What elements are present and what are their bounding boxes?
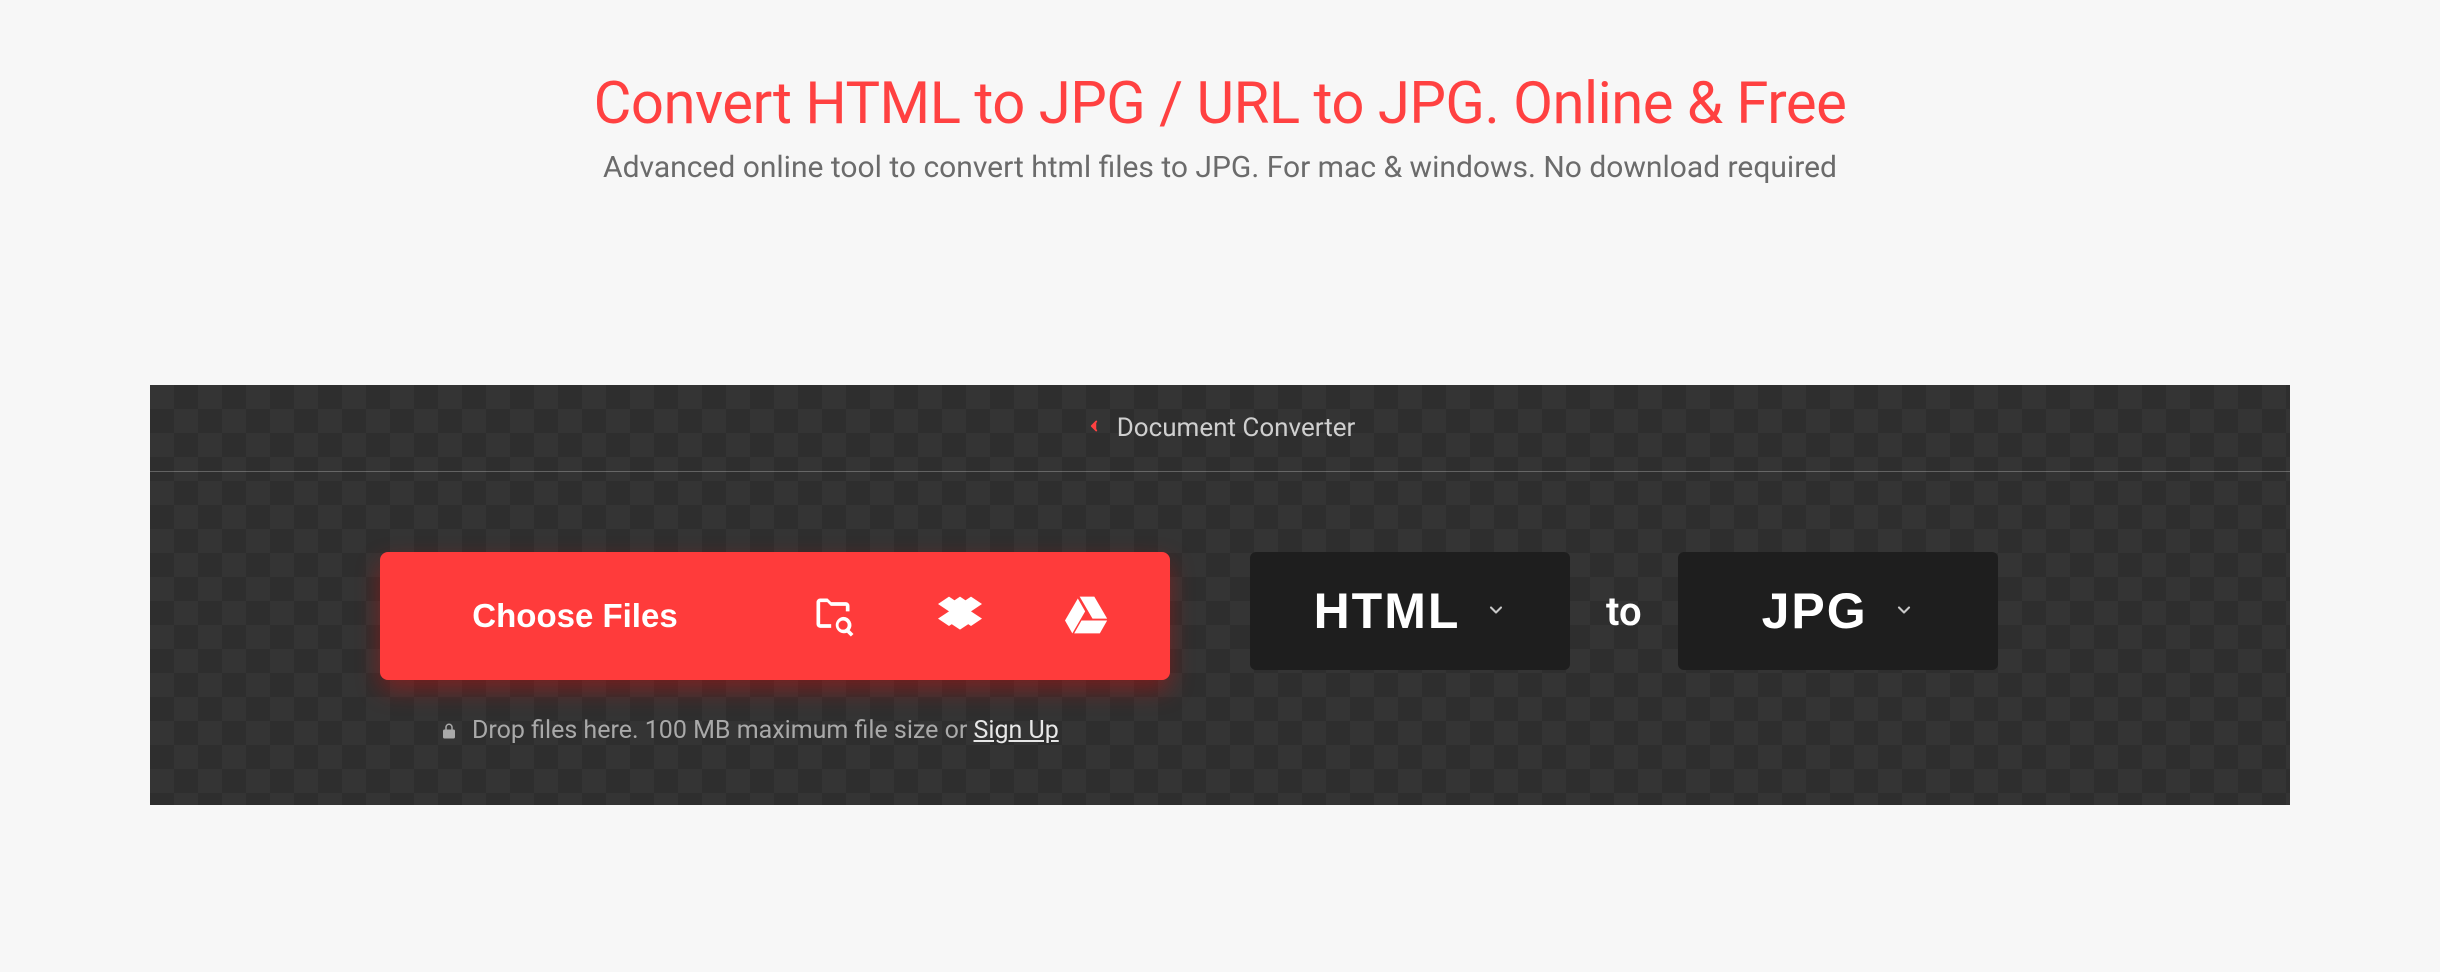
format-from-label: HTML [1314,582,1461,640]
chevron-down-icon [1894,600,1914,623]
format-from-select[interactable]: HTML [1250,552,1570,670]
dropbox-icon[interactable] [938,593,982,640]
upload-column: Choose Files Drop files here. 100 M [380,552,1170,745]
breadcrumb-label: Document Converter [1117,413,1356,443]
choose-files-label: Choose Files [380,597,770,635]
hint-text: Drop files here. 100 MB maximum file siz… [472,716,974,745]
page-subtitle: Advanced online tool to convert html fil… [20,150,2420,185]
source-icons [770,593,1170,640]
format-group: HTML to JPG [1250,552,1998,670]
converter-panel: Document Converter Choose Files [150,385,2290,805]
page-title: Convert HTML to JPG / URL to JPG. Online… [20,70,2420,138]
lock-icon [440,720,458,742]
chevron-left-icon [1085,416,1103,441]
breadcrumb: Document Converter [150,385,2290,472]
chevron-down-icon [1486,600,1506,623]
format-separator: to [1606,588,1642,635]
google-drive-icon[interactable] [1065,593,1109,640]
folder-search-icon[interactable] [811,593,855,640]
upload-hint: Drop files here. 100 MB maximum file siz… [380,716,1170,745]
controls-row: Choose Files Drop files here. 100 M [150,472,2290,805]
format-to-label: JPG [1762,582,1868,640]
signup-link[interactable]: Sign Up [974,716,1059,745]
header-section: Convert HTML to JPG / URL to JPG. Online… [0,0,2440,185]
breadcrumb-link[interactable]: Document Converter [1085,413,1356,443]
choose-files-button[interactable]: Choose Files [380,552,1170,680]
format-to-select[interactable]: JPG [1678,552,1998,670]
